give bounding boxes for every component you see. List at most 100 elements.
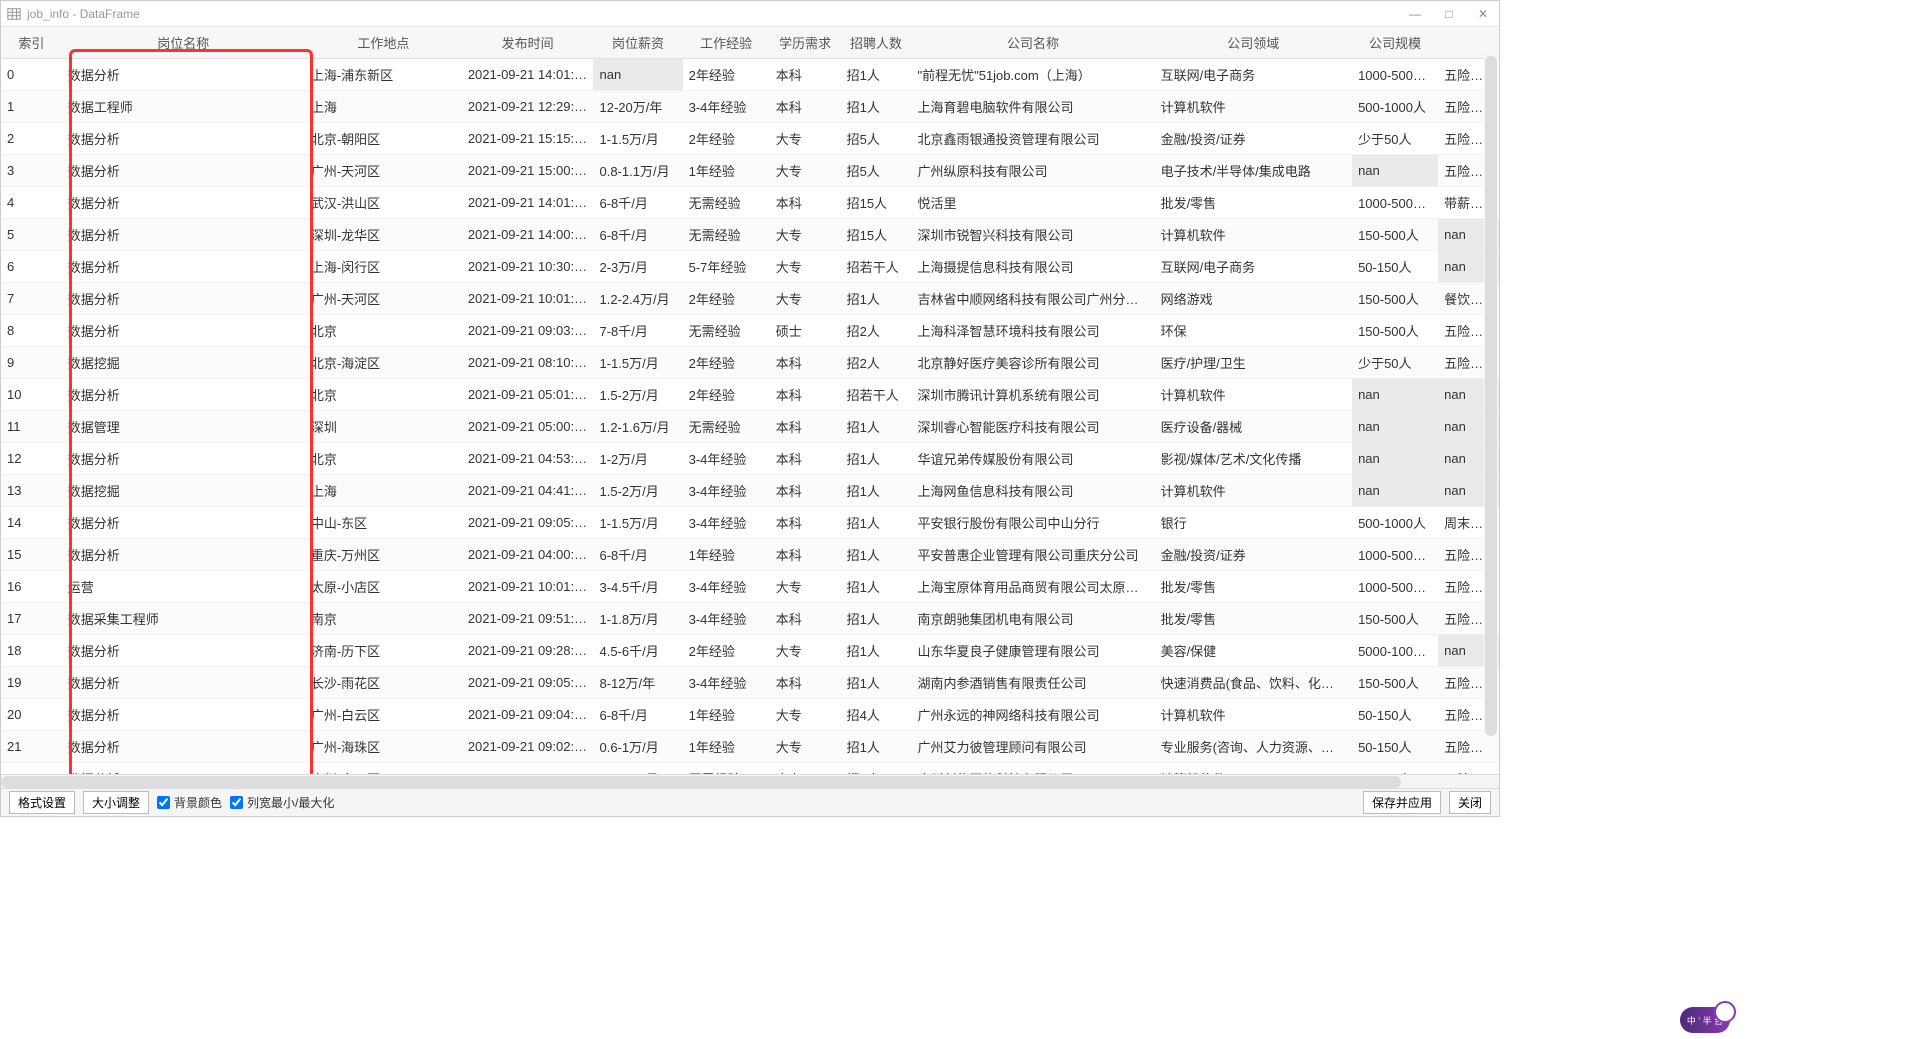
cell-comp[interactable]: 上海网鱼信息科技有限公司: [911, 475, 1154, 507]
cell-field[interactable]: 计算机软件: [1155, 219, 1353, 251]
cell-rec[interactable]: 招若干人: [841, 379, 912, 411]
cell-size[interactable]: 50-150人: [1352, 763, 1438, 775]
cell-loc[interactable]: 上海: [305, 475, 462, 507]
cell-sal[interactable]: 2-3万/月: [593, 251, 682, 283]
cell-idx[interactable]: 4: [1, 187, 62, 219]
cell-field[interactable]: 互联网/电子商务: [1155, 251, 1353, 283]
cell-idx[interactable]: 15: [1, 539, 62, 571]
cell-time[interactable]: 2021-09-21 10:01:19: [462, 283, 594, 315]
cell-idx[interactable]: 20: [1, 699, 62, 731]
col-salary[interactable]: 岗位薪资: [593, 27, 682, 59]
cell-rec[interactable]: 招1人: [841, 635, 912, 667]
table-row[interactable]: 1数据工程师上海2021-09-21 12:29:0812-20万/年3-4年经…: [1, 91, 1499, 123]
cell-time[interactable]: 2021-09-21 09:51:03: [462, 603, 594, 635]
cell-size[interactable]: 1000-5000人: [1352, 59, 1438, 91]
table-row[interactable]: 18数据分析济南-历下区2021-09-21 09:28:054.5-6千/月2…: [1, 635, 1499, 667]
cell-edu[interactable]: 硕士: [770, 315, 841, 347]
cell-comp[interactable]: 广州永远的神网络科技有限公司: [911, 699, 1154, 731]
cell-comp[interactable]: 上海宝原体育用品商贸有限公司太原分公司: [911, 571, 1154, 603]
cell-idx[interactable]: 7: [1, 283, 62, 315]
cell-idx[interactable]: 9: [1, 347, 62, 379]
cell-loc[interactable]: 广州-海珠区: [305, 731, 462, 763]
cell-exp[interactable]: 3-4年经验: [683, 475, 770, 507]
cell-size[interactable]: 500-1000人: [1352, 507, 1438, 539]
cell-job[interactable]: 数据分析: [62, 507, 305, 539]
cell-rec[interactable]: 招1人: [841, 91, 912, 123]
cell-idx[interactable]: 11: [1, 411, 62, 443]
col-company[interactable]: 公司名称: [911, 27, 1154, 59]
vscroll-thumb[interactable]: [1485, 56, 1497, 736]
cell-rec[interactable]: 招2人: [841, 347, 912, 379]
cell-job[interactable]: 数据分析: [62, 155, 305, 187]
cell-size[interactable]: 少于50人: [1352, 347, 1438, 379]
col-experience[interactable]: 工作经验: [683, 27, 770, 59]
cell-time[interactable]: 2021-09-21 04:41:40: [462, 475, 594, 507]
cell-sal[interactable]: 1-1.8万/月: [593, 603, 682, 635]
cell-sal[interactable]: 6-8千/月: [593, 219, 682, 251]
cell-comp[interactable]: 南京朗驰集团机电有限公司: [911, 603, 1154, 635]
cell-loc[interactable]: 北京: [305, 379, 462, 411]
cell-job[interactable]: 数据管理: [62, 411, 305, 443]
bgcolor-check-input[interactable]: [157, 796, 170, 809]
cell-size[interactable]: 150-500人: [1352, 667, 1438, 699]
cell-edu[interactable]: 本科: [770, 187, 841, 219]
cell-ben[interactable]: 五险一金 员: [1438, 763, 1499, 775]
cell-loc[interactable]: 武汉-洪山区: [305, 187, 462, 219]
cell-loc[interactable]: 北京-朝阳区: [305, 123, 462, 155]
hscroll-thumb[interactable]: [1, 776, 1401, 788]
cell-idx[interactable]: 5: [1, 219, 62, 251]
cell-edu[interactable]: 本科: [770, 411, 841, 443]
cell-field[interactable]: 影视/媒体/艺术/文化传播: [1155, 443, 1353, 475]
cell-exp[interactable]: 3-4年经验: [683, 507, 770, 539]
cell-field[interactable]: 网络游戏: [1155, 283, 1353, 315]
cell-idx[interactable]: 10: [1, 379, 62, 411]
cell-time[interactable]: 2021-09-21 09:01:59: [462, 763, 594, 775]
cell-edu[interactable]: 大专: [770, 155, 841, 187]
cell-loc[interactable]: 南京: [305, 603, 462, 635]
cell-time[interactable]: 2021-09-21 12:29:08: [462, 91, 594, 123]
cell-exp[interactable]: 无需经验: [683, 219, 770, 251]
cell-field[interactable]: 计算机软件: [1155, 699, 1353, 731]
cell-loc[interactable]: 广州-天河区: [305, 283, 462, 315]
table-row[interactable]: 7数据分析广州-天河区2021-09-21 10:01:191.2-2.4万/月…: [1, 283, 1499, 315]
cell-rec[interactable]: 招1人: [841, 411, 912, 443]
cell-rec[interactable]: 招15人: [841, 187, 912, 219]
cell-edu[interactable]: 大专: [770, 699, 841, 731]
cell-loc[interactable]: 太原-小店区: [305, 571, 462, 603]
cell-field[interactable]: 金融/投资/证券: [1155, 123, 1353, 155]
dataframe-grid[interactable]: 索引 岗位名称 工作地点 发布时间 岗位薪资 工作经验 学历需求 招聘人数 公司…: [1, 27, 1499, 774]
cell-field[interactable]: 计算机软件: [1155, 91, 1353, 123]
cell-size[interactable]: 150-500人: [1352, 315, 1438, 347]
cell-idx[interactable]: 14: [1, 507, 62, 539]
cell-size[interactable]: 50-150人: [1352, 699, 1438, 731]
cell-time[interactable]: 2021-09-21 09:28:05: [462, 635, 594, 667]
cell-idx[interactable]: 18: [1, 635, 62, 667]
close-button[interactable]: ✕: [1473, 4, 1493, 24]
cell-exp[interactable]: 3-4年经验: [683, 603, 770, 635]
cell-time[interactable]: 2021-09-21 09:05:03: [462, 667, 594, 699]
cell-rec[interactable]: 招5人: [841, 155, 912, 187]
col-field[interactable]: 公司领域: [1155, 27, 1353, 59]
cell-idx[interactable]: 21: [1, 731, 62, 763]
cell-job[interactable]: 数据分析: [62, 539, 305, 571]
cell-comp[interactable]: 深圳市腾讯计算机系统有限公司: [911, 379, 1154, 411]
cell-exp[interactable]: 1年经验: [683, 539, 770, 571]
cell-job[interactable]: 数据分析: [62, 731, 305, 763]
cell-idx[interactable]: 3: [1, 155, 62, 187]
table-row[interactable]: 3数据分析广州-天河区2021-09-21 15:00:100.8-1.1万/月…: [1, 155, 1499, 187]
cell-job[interactable]: 数据分析: [62, 635, 305, 667]
cell-loc[interactable]: 上海-浦东新区: [305, 59, 462, 91]
col-recruit[interactable]: 招聘人数: [841, 27, 912, 59]
col-location[interactable]: 工作地点: [305, 27, 462, 59]
cell-job[interactable]: 数据分析: [62, 443, 305, 475]
cell-size[interactable]: 1000-5000人: [1352, 187, 1438, 219]
colminmax-check-input[interactable]: [230, 796, 243, 809]
cell-loc[interactable]: 广州-白云区: [305, 699, 462, 731]
cell-job[interactable]: 数据挖掘: [62, 475, 305, 507]
cell-field[interactable]: 快速消费品(食品、饮料、化妆品): [1155, 667, 1353, 699]
cell-job[interactable]: 数据分析: [62, 59, 305, 91]
cell-size[interactable]: 500-1000人: [1352, 91, 1438, 123]
cell-idx[interactable]: 13: [1, 475, 62, 507]
cell-time[interactable]: 2021-09-21 14:00:01: [462, 219, 594, 251]
cell-sal[interactable]: 1.5-2万/月: [593, 475, 682, 507]
